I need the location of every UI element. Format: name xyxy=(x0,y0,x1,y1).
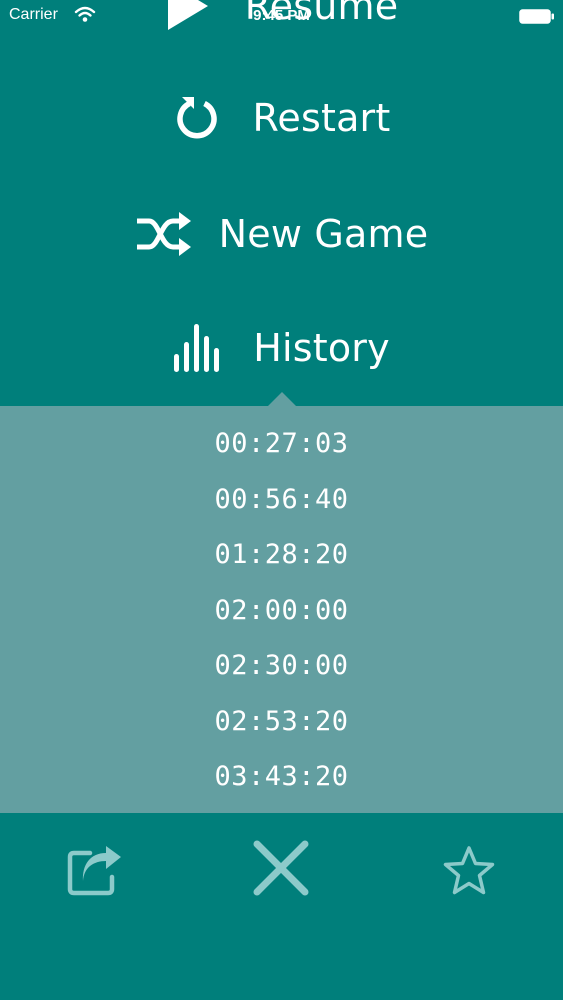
status-time: 9:45 PM xyxy=(253,7,310,24)
shuffle-icon xyxy=(136,212,191,256)
history-item: 03:43:20 xyxy=(214,761,349,792)
close-button[interactable] xyxy=(249,836,313,900)
history-item: 00:56:40 xyxy=(214,483,349,515)
history-item: 00:27:03 xyxy=(214,428,349,459)
bar-chart-icon xyxy=(174,324,220,372)
new-game-label: New Game xyxy=(218,212,429,256)
star-icon xyxy=(443,846,495,895)
history-item: 02:00:00 xyxy=(214,594,349,626)
history-item: 01:28:20 xyxy=(214,539,349,570)
restart-icon xyxy=(176,97,217,139)
close-icon xyxy=(253,840,309,896)
share-icon xyxy=(67,846,121,896)
history-label: History xyxy=(253,326,390,370)
restart-button[interactable]: Restart xyxy=(0,88,563,148)
favorite-button[interactable] xyxy=(441,845,497,897)
new-game-button[interactable]: New Game xyxy=(0,204,563,264)
restart-label: Restart xyxy=(252,96,391,140)
share-button[interactable] xyxy=(66,843,124,897)
history-panel-pointer xyxy=(268,392,296,406)
bottom-toolbar xyxy=(0,813,563,1000)
history-item: 02:30:00 xyxy=(214,650,349,681)
history-item: 02:53:20 xyxy=(214,705,349,737)
history-list: 00:27:03 00:56:40 01:28:20 02:00:00 02:3… xyxy=(0,416,563,805)
history-button[interactable]: History xyxy=(0,318,563,378)
